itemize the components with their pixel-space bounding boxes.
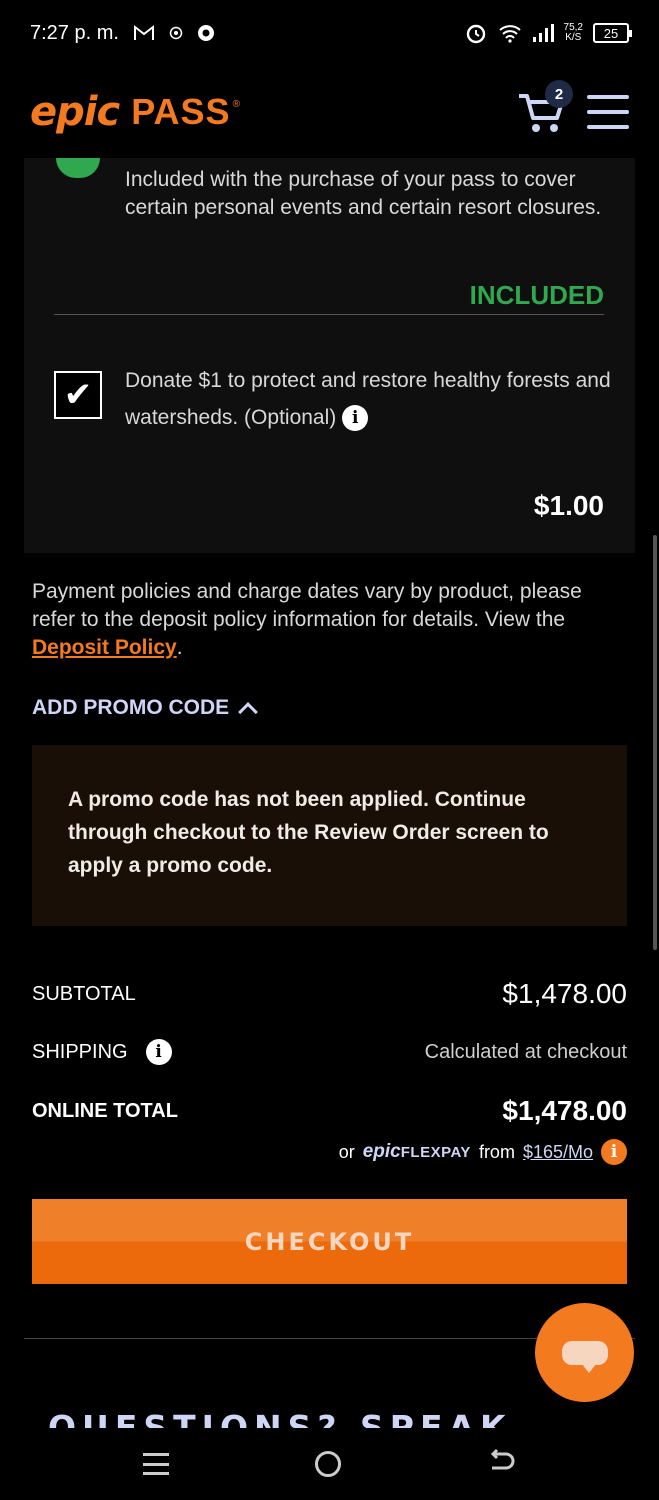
subtotal-label: SUBTOTAL: [32, 982, 136, 1005]
signal-icon: [532, 23, 554, 43]
promo-code-message: A promo code has not been applied. Conti…: [68, 788, 549, 877]
chevron-up-icon: [238, 702, 259, 722]
subtotal-row: SUBTOTAL $1,478.00: [32, 975, 627, 1013]
shipping-value: Calculated at checkout: [424, 1040, 627, 1063]
order-addons-card: Included with the purchase of your pass …: [24, 158, 635, 553]
gmail-icon: [133, 24, 155, 42]
alarm-icon: [464, 21, 488, 45]
chrome-icon: [197, 24, 215, 42]
menu-button[interactable]: [587, 95, 629, 129]
status-bar: 7:27 p. m. 75,2 K/S 25: [0, 0, 659, 66]
recent-apps-icon[interactable]: [143, 1453, 170, 1475]
divider: [54, 314, 604, 315]
add-promo-code-toggle[interactable]: ADD PROMO CODE: [32, 696, 259, 722]
promo-code-message-box: A promo code has not been applied. Conti…: [32, 745, 627, 926]
checkout-button[interactable]: CHECKOUT: [32, 1199, 627, 1284]
shipping-row: SHIPPING i Calculated at checkout: [32, 1033, 627, 1071]
info-icon[interactable]: i: [601, 1139, 627, 1165]
flexpay-amount-link[interactable]: $165/Mo: [523, 1142, 593, 1163]
info-icon[interactable]: i: [145, 1039, 172, 1065]
chat-button[interactable]: [535, 1303, 634, 1402]
epic-flexpay-logo: epicFLEXPAY: [362, 1141, 471, 1162]
back-icon[interactable]: [488, 1448, 516, 1481]
home-icon[interactable]: [315, 1451, 342, 1477]
order-totals: SUBTOTAL $1,478.00 SHIPPING i Calculated…: [32, 975, 627, 1165]
epic-pass-logo[interactable]: epic PASS ®: [30, 89, 240, 135]
flexpay-row: or epicFLEXPAY from $165/Mo i: [32, 1139, 627, 1165]
site-header: epic PASS ® 2: [0, 66, 659, 158]
donate-price: $1.00: [533, 490, 604, 521]
info-icon[interactable]: i: [342, 405, 369, 432]
online-total-value: $1,478.00: [502, 1095, 627, 1126]
online-total-label: ONLINE TOTAL: [32, 1099, 178, 1122]
subtotal-value: $1,478.00: [502, 978, 627, 1009]
coverage-description: Included with the purchase of your pass …: [125, 168, 602, 219]
notification-icon: [169, 26, 183, 40]
questions-heading: QUESTIONS? SPEAK TO A: [48, 1408, 528, 1428]
online-total-row: ONLINE TOTAL $1,478.00: [32, 1091, 627, 1131]
coverage-status: INCLUDED: [469, 280, 604, 310]
battery-icon: 25: [593, 23, 632, 43]
system-nav-bar: [0, 1428, 659, 1500]
shipping-label: SHIPPING: [32, 1040, 128, 1063]
deposit-policy-link[interactable]: Deposit Policy: [32, 636, 177, 659]
shield-check-icon: [56, 158, 100, 178]
cart-count-badge: 2: [545, 80, 573, 108]
donate-label: Donate $1 to protect and restore healthy…: [125, 362, 615, 436]
payment-policy-text: Payment policies and charge dates vary b…: [32, 580, 582, 659]
chat-icon: [561, 1340, 608, 1373]
scrollbar[interactable]: [653, 535, 657, 950]
status-time: 7:27 p. m.: [30, 21, 119, 44]
net-speed: 75,2 K/S: [563, 22, 583, 43]
donate-checkbox[interactable]: ✔: [54, 371, 102, 419]
wifi-icon: [498, 23, 522, 43]
cart-button[interactable]: 2: [517, 80, 573, 134]
